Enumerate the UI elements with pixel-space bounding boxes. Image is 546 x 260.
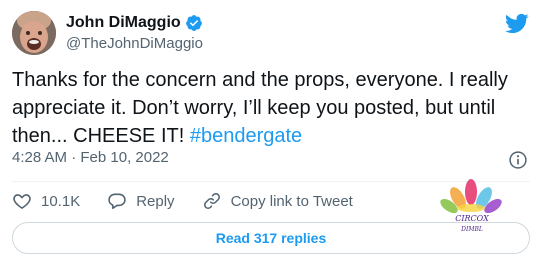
reply-bubble-icon bbox=[108, 193, 126, 210]
tweet-actions: 10.1K Reply Copy link to Tweet bbox=[12, 189, 380, 213]
like-button[interactable]: 10.1K bbox=[12, 191, 80, 211]
like-count: 10.1K bbox=[41, 192, 81, 210]
copy-link-button[interactable]: Copy link to Tweet bbox=[202, 191, 353, 211]
avatar[interactable] bbox=[12, 11, 56, 55]
verified-badge-icon bbox=[185, 15, 202, 31]
tweet-timestamp[interactable]: 4:28 AM · Feb 10, 2022 bbox=[12, 149, 169, 166]
author-name-row[interactable]: John DiMaggio bbox=[66, 12, 203, 34]
reply-button[interactable]: Reply bbox=[107, 191, 175, 211]
twitter-bird-icon[interactable] bbox=[504, 13, 529, 34]
watermark-subtext: DIMBL bbox=[461, 226, 483, 233]
tweet-text: Thanks for the concern and the props, ev… bbox=[12, 66, 537, 150]
avatar-photo bbox=[12, 11, 56, 55]
watermark-text: CIRCOX bbox=[455, 214, 489, 223]
hashtag-link[interactable]: #bendergate bbox=[190, 125, 302, 147]
author-display-name[interactable]: John DiMaggio bbox=[66, 14, 181, 32]
link-icon bbox=[203, 193, 220, 209]
copy-link-label: Copy link to Tweet bbox=[230, 192, 353, 210]
info-icon[interactable] bbox=[508, 150, 528, 170]
watermark-logo bbox=[440, 179, 502, 214]
heart-icon bbox=[13, 194, 31, 209]
author-handle[interactable]: @TheJohnDiMaggio bbox=[66, 35, 203, 52]
reply-label: Reply bbox=[136, 192, 175, 210]
